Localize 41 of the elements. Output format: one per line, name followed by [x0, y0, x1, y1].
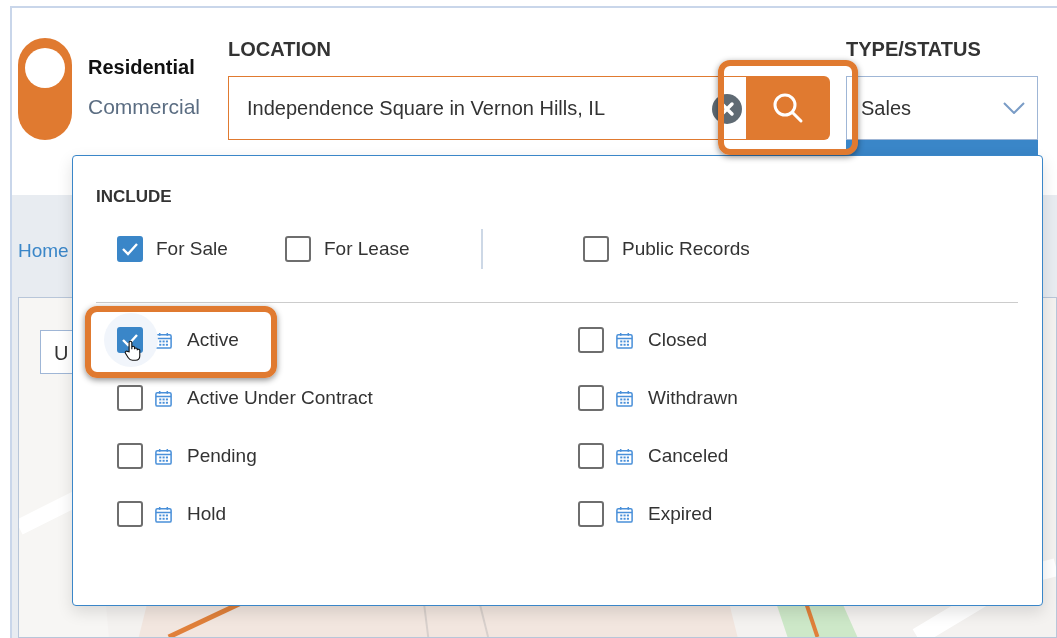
- toggle-switch[interactable]: [18, 38, 72, 140]
- calendar-icon[interactable]: [154, 504, 173, 524]
- checkbox[interactable]: [583, 236, 609, 262]
- type-status-label: TYPE/STATUS: [846, 38, 982, 62]
- checkbox[interactable]: [578, 443, 604, 469]
- location-label: LOCATION: [228, 38, 332, 62]
- chevron-down-icon: [1003, 102, 1025, 114]
- search-icon: [771, 91, 805, 125]
- status-option-label[interactable]: Closed: [648, 329, 708, 351]
- calendar-icon[interactable]: [154, 388, 173, 408]
- checkbox-option[interactable]: For Sale: [117, 236, 285, 262]
- calendar-icon[interactable]: [154, 330, 173, 350]
- checkbox[interactable]: [117, 385, 143, 411]
- calendar-icon[interactable]: [615, 446, 634, 466]
- include-heading: INCLUDE: [96, 187, 173, 207]
- checkbox-option[interactable]: For Lease: [285, 236, 453, 262]
- hand-cursor-icon: [124, 340, 141, 362]
- checkbox[interactable]: [117, 443, 143, 469]
- type-status-dropdown[interactable]: Sales: [846, 76, 1038, 140]
- checkbox-option[interactable]: Public Records: [583, 236, 750, 262]
- status-option-label[interactable]: Active Under Contract: [187, 387, 373, 409]
- checkbox[interactable]: [117, 501, 143, 527]
- status-option-label[interactable]: Withdrawn: [648, 387, 738, 409]
- calendar-icon[interactable]: [154, 446, 173, 466]
- status-option-label[interactable]: Canceled: [648, 445, 729, 467]
- checkbox[interactable]: [578, 327, 604, 353]
- checkbox[interactable]: [117, 236, 143, 262]
- calendar-icon[interactable]: [615, 330, 634, 350]
- status-option-label[interactable]: Expired: [648, 503, 713, 525]
- status-option-label[interactable]: Active: [187, 329, 239, 351]
- clear-icon[interactable]: [712, 94, 742, 124]
- status-option-label[interactable]: Pending: [187, 445, 257, 467]
- checkbox[interactable]: [578, 385, 604, 411]
- calendar-icon[interactable]: [615, 388, 634, 408]
- calendar-icon[interactable]: [615, 504, 634, 524]
- checkbox[interactable]: [285, 236, 311, 262]
- location-input-field[interactable]: Independence Square in Vernon Hills, IL: [228, 76, 746, 140]
- property-type-option[interactable]: Residential: [88, 55, 212, 79]
- checkbox[interactable]: [578, 501, 604, 527]
- property-type-option[interactable]: Commercial: [88, 95, 212, 119]
- status-option-label[interactable]: Hold: [187, 503, 227, 525]
